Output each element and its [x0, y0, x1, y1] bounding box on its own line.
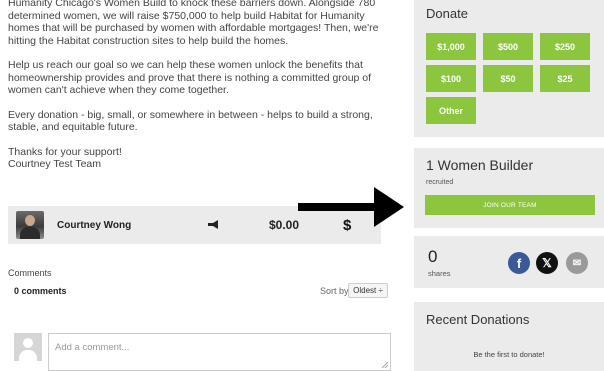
- shares-count: 0: [428, 247, 438, 266]
- story-paragraph-4: Thanks for your support! Courtney Test T…: [8, 146, 388, 171]
- megaphone-icon: [208, 220, 218, 229]
- story-thanks: Thanks for your support!: [8, 145, 122, 158]
- sort-select[interactable]: Oldest ÷: [348, 283, 388, 298]
- team-count-title: 1 Women Builder: [426, 157, 534, 173]
- story-paragraph-1: Humanity Chicago's Women Build to knock …: [8, 0, 379, 47]
- facebook-share-icon[interactable]: f: [508, 252, 530, 274]
- email-share-icon[interactable]: ✉: [566, 252, 588, 274]
- comments-heading: Comments: [8, 268, 52, 278]
- donate-250-button[interactable]: $250: [540, 33, 590, 60]
- member-avatar: [16, 211, 44, 239]
- arrow-right-icon: [298, 187, 404, 227]
- member-name[interactable]: Courtney Wong: [57, 220, 187, 231]
- donate-25-button[interactable]: $25: [540, 65, 590, 92]
- story-signature: Courtney Test Team: [8, 158, 101, 170]
- donate-100-button[interactable]: $100: [426, 65, 476, 92]
- comments-count: 0 comments: [14, 286, 67, 296]
- recruited-label: recruited: [426, 179, 454, 186]
- comment-placeholder: Add a comment...: [55, 342, 130, 353]
- donate-panel: Donate $1,000 $500 $250 $100 $50 $25 Oth…: [414, 0, 604, 137]
- story-paragraph-3: Every donation - big, small, or somewher…: [8, 108, 373, 134]
- shares-label: shares: [428, 269, 451, 278]
- donate-500-button[interactable]: $500: [483, 33, 533, 60]
- donate-title: Donate: [426, 6, 468, 21]
- campaign-story: Humanity Chicago's Women Build to knock …: [8, 0, 388, 183]
- shares-panel: 0 shares f 𝕏 ✉: [414, 236, 604, 288]
- join-team-button[interactable]: JOIN OUR TEAM: [425, 195, 595, 215]
- resize-handle-icon[interactable]: [382, 362, 388, 368]
- donate-other-button[interactable]: Other: [426, 97, 476, 124]
- recent-donations-title: Recent Donations: [426, 312, 530, 327]
- team-panel: 1 Women Builder recruited JOIN OUR TEAM: [414, 148, 604, 228]
- recent-donations-empty: Be the first to donate!: [473, 350, 545, 359]
- campaign-sidebar: Donate $1,000 $500 $250 $100 $50 $25 Oth…: [414, 0, 604, 371]
- recent-donations-panel: Recent Donations Be the first to donate!: [414, 302, 604, 371]
- comment-input[interactable]: Add a comment...: [48, 333, 391, 371]
- sort-by-label: Sort by: [320, 286, 349, 296]
- donate-50-button[interactable]: $50: [483, 65, 533, 92]
- x-share-icon[interactable]: 𝕏: [536, 252, 558, 274]
- donate-1000-button[interactable]: $1,000: [426, 33, 476, 60]
- comment-avatar-placeholder: [14, 333, 42, 361]
- story-paragraph-2: Help us reach our goal so we can help th…: [8, 59, 372, 96]
